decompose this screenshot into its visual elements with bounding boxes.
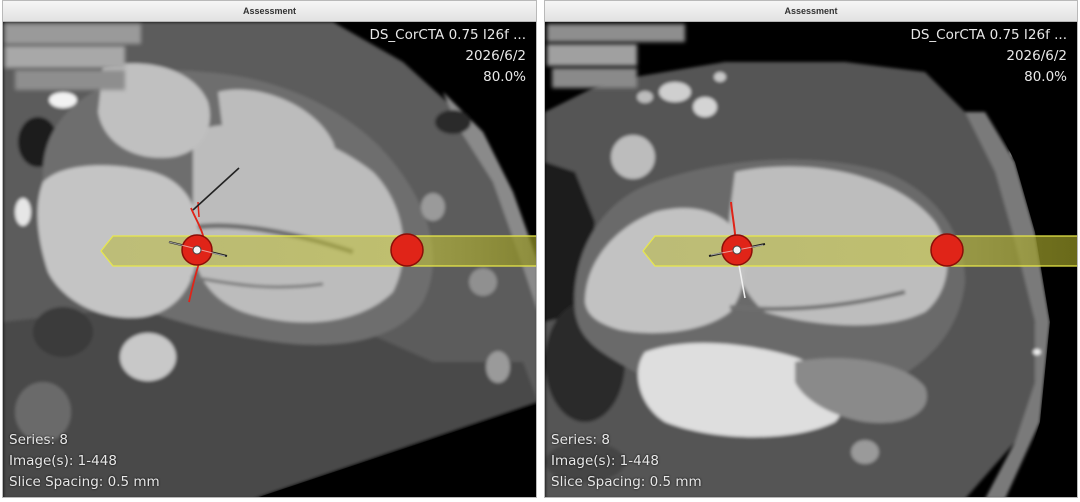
image-range: Image(s): 1-448 — [551, 453, 659, 469]
viewer-left[interactable]: Assessment DS_CorCTA 0.75 I26f ... 2026/… — [2, 0, 537, 498]
slice-spacing: Slice Spacing: 0.5 mm — [9, 474, 160, 490]
ct-image-canvas[interactable]: DS_CorCTA 0.75 I26f ... 2026/6/2 80.0% S… — [545, 22, 1077, 497]
series-info-overlay: DS_CorCTA 0.75 I26f ... 2026/6/2 80.0% — [369, 25, 526, 88]
ct-image-canvas[interactable]: DS_CorCTA 0.75 I26f ... 2026/6/2 80.0% S… — [3, 22, 536, 497]
image-info-overlay: Series: 8 Image(s): 1-448 Slice Spacing:… — [551, 430, 702, 493]
series-description: DS_CorCTA 0.75 I26f ... — [369, 27, 526, 43]
image-range: Image(s): 1-448 — [9, 453, 117, 469]
series-info-overlay: DS_CorCTA 0.75 I26f ... 2026/6/2 80.0% — [910, 25, 1067, 88]
study-date: 2026/6/2 — [1006, 48, 1067, 64]
viewer-right[interactable]: Assessment DS_CorCTA 0.75 I26f ... 2026/… — [544, 0, 1078, 498]
ct-image-right — [545, 22, 1077, 497]
image-info-overlay: Series: 8 Image(s): 1-448 Slice Spacing:… — [9, 430, 160, 493]
anonymized-patient-info — [5, 24, 141, 92]
series-number: Series: 8 — [9, 432, 68, 448]
study-date: 2026/6/2 — [465, 48, 526, 64]
ct-image-left — [3, 22, 536, 497]
anonymized-patient-info — [547, 24, 685, 90]
viewer-title-bar: Assessment — [545, 1, 1077, 22]
zoom-level: 80.0% — [1024, 69, 1067, 85]
viewer-title-bar: Assessment — [3, 1, 536, 22]
slice-spacing: Slice Spacing: 0.5 mm — [551, 474, 702, 490]
series-description: DS_CorCTA 0.75 I26f ... — [910, 27, 1067, 43]
series-number: Series: 8 — [551, 432, 610, 448]
zoom-level: 80.0% — [483, 69, 526, 85]
